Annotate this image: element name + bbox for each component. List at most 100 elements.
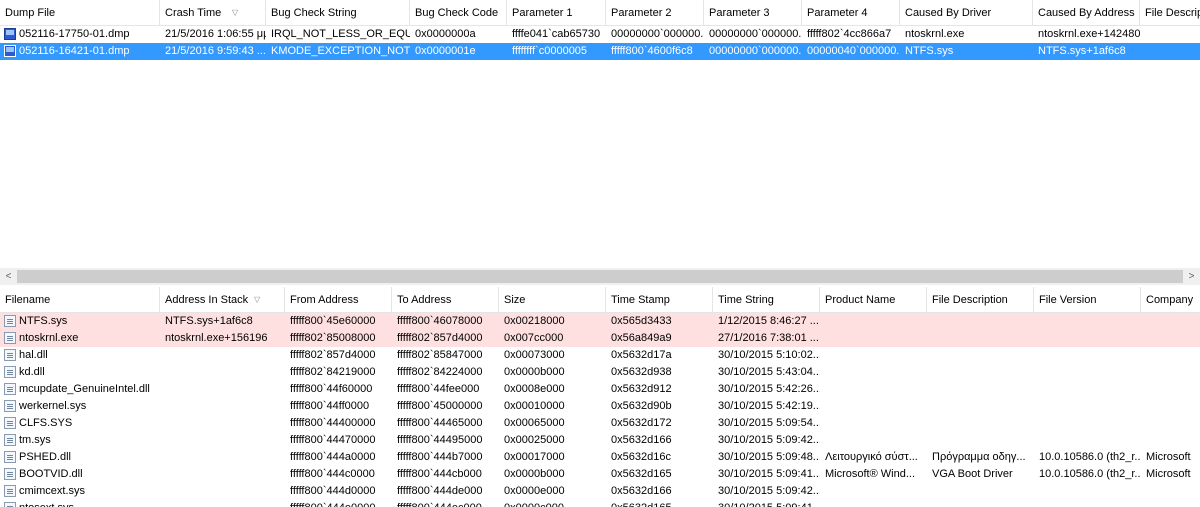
cell-size: 0x0000b000 [504,468,565,480]
driver-row[interactable]: ntoskrnl.exe ntoskrnl.exe+156196 fffff802`… [0,330,1200,347]
cell-file-version [1034,330,1141,347]
cell-address-in-stack [160,415,285,432]
column-header-parameter-1[interactable]: Parameter 1 [507,0,606,25]
column-header-file-descripti[interactable]: File Descripti [1140,0,1200,25]
cell-from-address: fffff802`84219000 [290,366,376,378]
driver-row[interactable]: PSHED.dll fffff800`444a0000 fffff800`444b7… [0,449,1200,466]
cell-time-string: 30/10/2015 5:09:42... [718,485,820,497]
cell-file-descripti [1140,43,1200,60]
cell-parameter-3: 00000000`000000... [709,28,802,40]
cell-time-stamp: 0x5632d912 [611,383,672,395]
cell-time-stamp: 0x565d3433 [611,315,672,327]
cell-bug-check-string: IRQL_NOT_LESS_OR_EQUAL [271,28,410,40]
cell-filename: PSHED.dll [19,451,71,463]
cell-bug-check-code: 0x0000000a [415,28,476,40]
cell-parameter-2: 00000000`000000... [611,28,704,40]
cell-file-description: VGA Boot Driver [932,468,1013,480]
driver-row[interactable]: werkernel.sys fffff800`44ff0000 fffff800`4… [0,398,1200,415]
cell-time-string: 30/10/2015 5:09:54... [718,417,820,429]
column-header-from-address[interactable]: From Address [285,287,392,312]
cell-file-description [927,415,1034,432]
cell-from-address: fffff800`444c0000 [290,468,375,480]
column-header-time-string[interactable]: Time String [713,287,820,312]
cell-parameter-3: 00000000`000000... [709,45,802,57]
cell-company: Microsoft [1146,468,1191,480]
cell-filename: werkernel.sys [19,400,87,412]
cell-product-name [820,415,927,432]
cell-company: Microsoft [1146,451,1191,463]
column-header-time-stamp[interactable]: Time Stamp [606,287,713,312]
cell-filename: BOOTVID.dll [19,468,83,480]
column-header-address-in-stack[interactable]: Address In Stack [160,287,285,312]
cell-filename: ntoskrnl.exe [19,332,79,344]
drivers-list[interactable]: Filename Address In Stack From Address To A… [0,287,1200,507]
driver-row[interactable]: BOOTVID.dll fffff800`444c0000 fffff800`444… [0,466,1200,483]
driver-row[interactable]: mcupdate_GenuineIntel.dll fffff800`44f600… [0,381,1200,398]
driver-row[interactable]: CLFS.SYS fffff800`44400000 fffff800`444650… [0,415,1200,432]
driver-row[interactable]: hal.dll fffff802`857d4000 fffff802`8584700… [0,347,1200,364]
cell-to-address: fffff800`444cb000 [397,468,482,480]
cell-caused-by-address: NTFS.sys+1af6c8 [1038,45,1126,57]
cell-size: 0x00065000 [504,417,565,429]
cell-time-string: 30/10/2015 5:09:41... [718,468,820,480]
cell-from-address: fffff800`444a0000 [290,451,376,463]
scroll-right-arrow[interactable]: > [1183,268,1200,285]
sort-arrow-icon: ▽ [232,8,239,17]
cell-address-in-stack [160,500,285,507]
cell-size: 0x00218000 [504,315,565,327]
cell-time-stamp: 0x5632d172 [611,417,672,429]
cell-to-address: fffff800`444de000 [397,485,483,497]
cell-file-version [1034,347,1141,364]
cell-size: 0x0000e000 [504,485,565,497]
cell-from-address: fffff802`85008000 [290,332,376,344]
cell-size: 0x0000b000 [504,366,565,378]
cell-product-name [820,483,927,500]
dump-files-list[interactable]: Dump File Crash Time Bug Check String Bug C… [0,0,1200,268]
horizontal-scrollbar[interactable]: < > [0,268,1200,285]
driver-row[interactable]: tm.sys fffff800`44470000 fffff800`44495000… [0,432,1200,449]
dump-file-row[interactable]: 052116-16421-01.dmp 21/5/2016 9:59:43 ...… [0,43,1200,60]
column-header-file-version[interactable]: File Version [1034,287,1141,312]
column-header-parameter-2[interactable]: Parameter 2 [606,0,704,25]
column-header-caused-by-driver[interactable]: Caused By Driver [900,0,1033,25]
cell-product-name [820,330,927,347]
column-header-parameter-4[interactable]: Parameter 4 [802,0,900,25]
column-header-bug-check-code[interactable]: Bug Check Code [410,0,507,25]
column-header-to-address[interactable]: To Address [392,287,499,312]
driver-row[interactable]: kd.dll fffff802`84219000 fffff802`84224000… [0,364,1200,381]
column-header-dump-file[interactable]: Dump File [0,0,160,25]
cell-from-address: fffff802`857d4000 [290,349,376,361]
driver-row[interactable]: ntosext.sys fffff800`444e0000fffff800`444… [0,500,1200,507]
cell-time-string: 27/1/2016 7:38:01 ... [718,332,819,344]
cell-filename: NTFS.sys [19,315,68,327]
cell-product-name: Microsoft® Wind... [825,468,916,480]
column-header-parameter-3[interactable]: Parameter 3 [704,0,802,25]
column-header-caused-by-address[interactable]: Caused By Address [1033,0,1140,25]
driver-row[interactable]: NTFS.sys NTFS.sys+1af6c8 fffff800`45e60000… [0,313,1200,330]
column-header-bug-check-string[interactable]: Bug Check String [266,0,410,25]
cell-time-string: 30/10/2015 5:10:02... [718,349,820,361]
cell-from-address: fffff800`44f60000 [290,383,373,395]
cell-filename: hal.dll [19,349,48,361]
cell-time-string: 30/10/2015 5:42:26... [718,383,820,395]
dump-file-row[interactable]: 052116-17750-01.dmp 21/5/2016 1:06:55 μμ I… [0,26,1200,43]
cell-company [1141,432,1200,449]
cell-file-description [927,500,1034,507]
cell-company [1141,347,1200,364]
cell-company [1141,398,1200,415]
cell-product-name [820,313,927,330]
scroll-left-arrow[interactable]: < [0,268,17,285]
column-header-company[interactable]: Company [1141,287,1200,312]
cell-file-description [927,330,1034,347]
column-header-size[interactable]: Size [499,287,606,312]
column-header-product-name[interactable]: Product Name [820,287,927,312]
column-header-file-description[interactable]: File Description [927,287,1034,312]
driver-row[interactable]: cmimcext.sys fffff800`444d0000 fffff800`44… [0,483,1200,500]
column-header-crash-time[interactable]: Crash Time [160,0,266,25]
cell-file-version [1034,313,1141,330]
dump-files-body: 052116-17750-01.dmp 21/5/2016 1:06:55 μμ I… [0,26,1200,60]
cell-time-stamp: 0x5632d165 [611,468,672,480]
scrollbar-thumb[interactable] [17,270,1183,283]
cell-file-description [927,483,1034,500]
column-header-filename[interactable]: Filename [0,287,160,312]
